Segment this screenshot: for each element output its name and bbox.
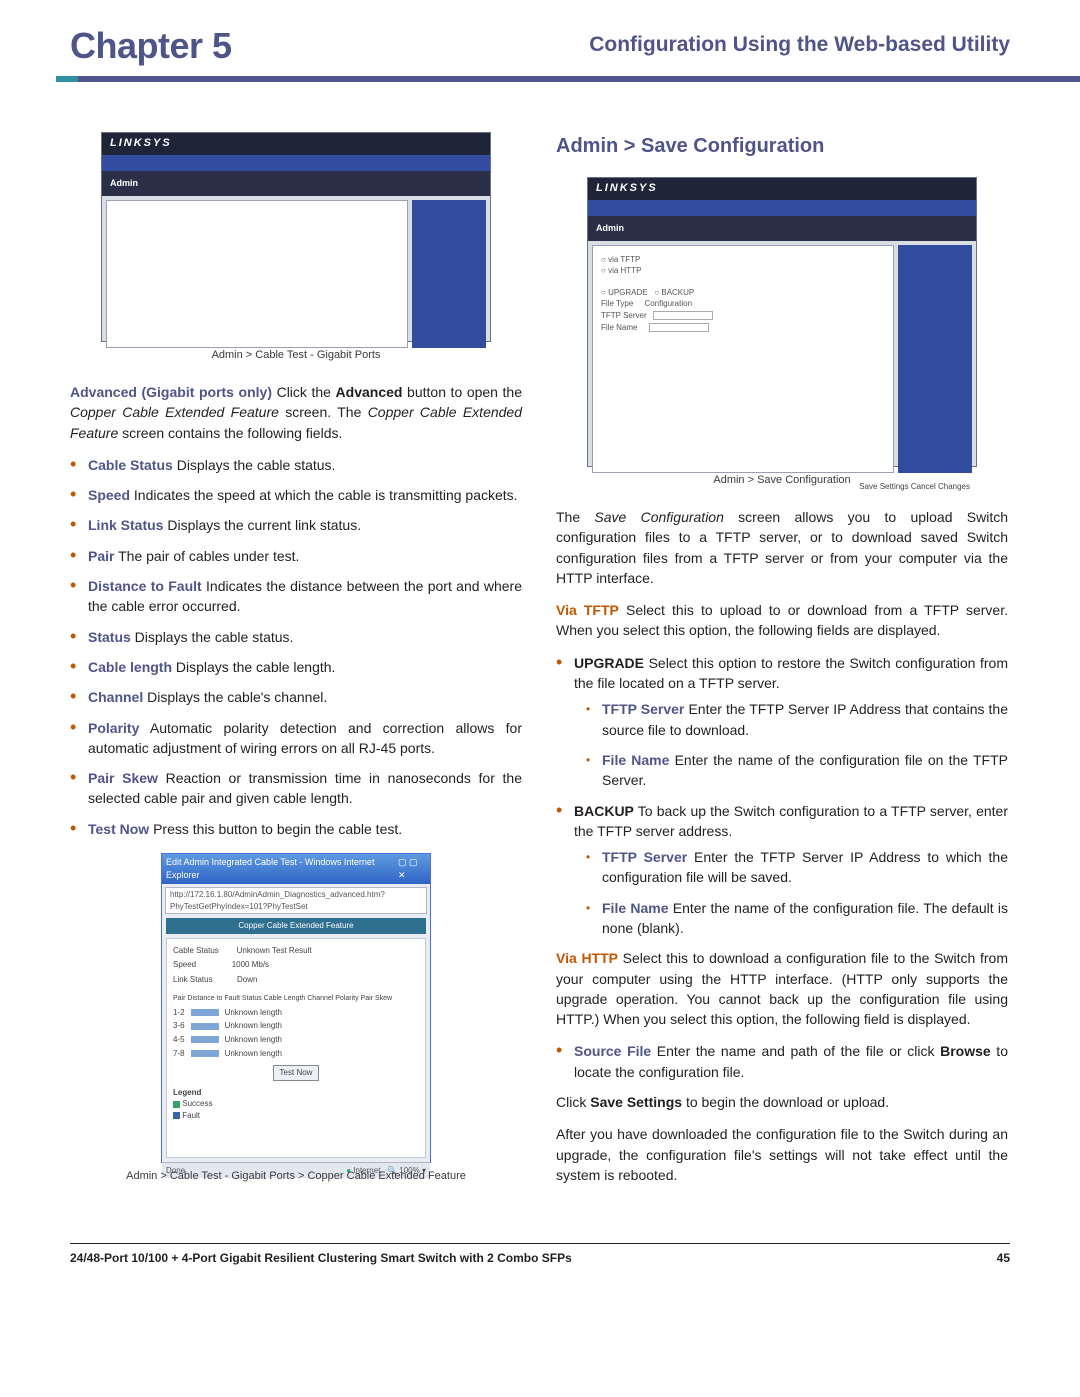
page-footer: 24/48-Port 10/100 + 4-Port Gigabit Resil… [0,1233,1080,1291]
figure-sidebar [412,200,486,348]
window-titlebar: Edit Admin Integrated Cable Test - Windo… [162,854,430,884]
options-list-2: Source File Enter the name and path of t… [556,1041,1008,1082]
list-item: Channel Displays the cable's channel. [88,687,522,707]
test-now-button: Test Now [273,1065,320,1081]
section-head: Copper Cable Extended Feature [166,918,426,934]
figure-caption: Admin > Cable Test - Gigabit Ports [70,348,522,364]
list-item: Link Status Displays the current link st… [88,515,522,535]
list-item: Cable length Displays the cable length. [88,657,522,677]
paragraph: After you have downloaded the configurat… [556,1124,1008,1185]
logo: LINKSYS [102,133,490,155]
list-item: Status Displays the cable status. [88,627,522,647]
figure-cable-test: LINKSYS Admin [101,132,491,342]
subheading: Admin > Save Configuration [556,132,1008,161]
list-item: Speed Indicates the speed at which the c… [88,485,522,505]
figure-titlebar [588,200,976,216]
section-title: Configuration Using the Web-based Utilit… [589,30,1010,60]
figure-caption: Admin > Cable Test - Gigabit Ports > Cop… [70,1169,522,1185]
list-item: Pair The pair of cables under test. [88,546,522,566]
figure-main: ○ via TFTP ○ via HTTP ○ UPGRADE ○ BACKUP… [592,245,894,473]
list-item: File Name Enter the name of the configur… [602,898,1008,939]
paragraph: Via HTTP Select this to download a confi… [556,948,1008,1029]
list-item: Pair Skew Reaction or transmission time … [88,768,522,809]
figure-titlebar [102,155,490,171]
figure-main [106,200,408,348]
list-item: Distance to Fault Indicates the distance… [88,576,522,617]
term: Advanced (Gigabit ports only) [70,384,272,400]
figure-copper-cable: Edit Admin Integrated Cable Test - Windo… [161,853,431,1163]
figure-nav: Admin [588,216,976,241]
figure-sidebar [898,245,972,473]
page-number: 45 [997,1250,1010,1267]
page-header: Chapter 5 Configuration Using the Web-ba… [0,0,1080,68]
list-item: Source File Enter the name and path of t… [574,1041,1008,1082]
right-column: Admin > Save Configuration LINKSYS Admin… [556,132,1008,1203]
intro-paragraph: Advanced (Gigabit ports only) Click the … [70,382,522,443]
product-name: 24/48-Port 10/100 + 4-Port Gigabit Resil… [70,1250,572,1267]
list-item: TFTP Server Enter the TFTP Server IP Add… [602,847,1008,888]
list-item: TFTP Server Enter the TFTP Server IP Add… [602,699,1008,740]
feature-list: Cable Status Displays the cable status. … [70,455,522,839]
list-item: Cable Status Displays the cable status. [88,455,522,475]
paragraph: The Save Configuration screen allows you… [556,507,1008,588]
paragraph: Click Save Settings to begin the downloa… [556,1092,1008,1112]
list-item: Polarity Automatic polarity detection an… [88,718,522,759]
page: Chapter 5 Configuration Using the Web-ba… [0,0,1080,1291]
list-item: Test Now Press this button to begin the … [88,819,522,839]
window-controls: ▢ ▢ ✕ [398,856,426,882]
header-rule [0,76,1080,82]
body-columns: LINKSYS Admin Admin > Cable Test - Gigab… [0,82,1080,1233]
window-content: Cable Status Unknown Test Result Speed 1… [166,938,426,1158]
chapter-title: Chapter 5 [70,20,232,72]
list-item: UPGRADE Select this option to restore th… [574,653,1008,791]
address-bar: http://172.16.1.80/AdminAdmin_Diagnostic… [165,887,427,914]
figure-save-config: LINKSYS Admin ○ via TFTP ○ via HTTP ○ UP… [587,177,977,467]
figure-nav: Admin [102,171,490,196]
list-item: File Name Enter the name of the configur… [602,750,1008,791]
left-column: LINKSYS Admin Admin > Cable Test - Gigab… [70,132,522,1203]
options-list: UPGRADE Select this option to restore th… [556,653,1008,939]
paragraph: Via TFTP Select this to upload to or dow… [556,600,1008,641]
logo: LINKSYS [588,178,976,200]
list-item: BACKUP To back up the Switch configurati… [574,801,1008,939]
